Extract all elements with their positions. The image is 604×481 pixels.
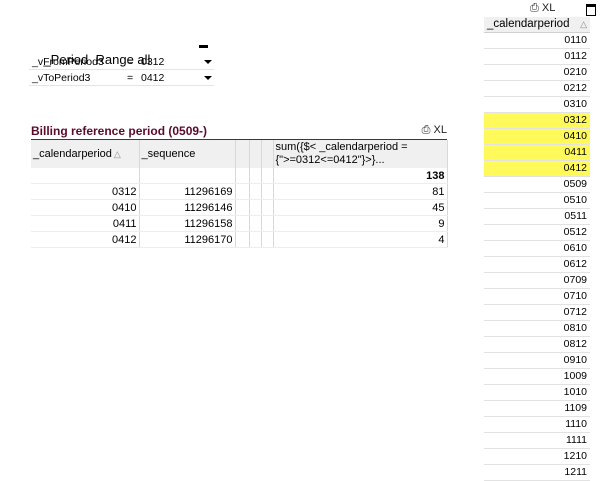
cell-calendarperiod[interactable]: 0411 <box>31 215 140 232</box>
listbox-item[interactable]: 0709 <box>484 273 590 289</box>
calendarperiod-listbox: _calendarperiod △ 0110 0112 0210 0212 0310 03… <box>484 17 590 481</box>
listbox-item[interactable]: 0710 <box>484 289 590 305</box>
listbox-item[interactable]: 0110 <box>484 33 590 49</box>
dropdown-arrow-icon[interactable] <box>204 60 212 64</box>
listbox-item[interactable]: 0511 <box>484 209 590 225</box>
variable-row-from[interactable]: _vFromPeriod3 = 0312 <box>29 55 214 70</box>
table-cell <box>261 231 274 248</box>
cell-sum: 4 <box>273 231 448 248</box>
listbox-item[interactable]: 1111 <box>484 433 590 449</box>
column-header-empty[interactable] <box>261 140 274 168</box>
listbox-item[interactable]: 0610 <box>484 241 590 257</box>
table-row[interactable]: 0411 11296158 9 <box>31 215 448 232</box>
minimize-icon[interactable] <box>199 45 208 48</box>
cell-sequence[interactable]: 11296158 <box>139 215 236 232</box>
listbox-title: _calendarperiod <box>487 18 570 30</box>
billing-chart-title: Billing reference period (0509-) <box>31 124 208 138</box>
column-header-calendarperiod[interactable]: _calendarperiod △ <box>31 140 140 168</box>
print-icon[interactable]: ⎙ <box>422 124 431 136</box>
variable-name: _vToPeriod3 <box>32 72 91 84</box>
table-cell <box>235 215 250 232</box>
table-cell <box>249 231 262 248</box>
cell-sequence[interactable]: 11296170 <box>139 231 236 248</box>
cell-calendarperiod[interactable]: 0312 <box>31 183 140 200</box>
listbox-item[interactable]: 0810 <box>484 321 590 337</box>
listbox-item[interactable]: 0312 <box>484 113 590 129</box>
listbox-item[interactable]: 0112 <box>484 49 590 65</box>
variable-operator: = <box>127 72 134 84</box>
listbox-item[interactable]: 0210 <box>484 65 590 81</box>
sort-indicator-icon: △ <box>580 19 587 29</box>
listbox-item[interactable]: 0512 <box>484 225 590 241</box>
listbox-item[interactable]: 0411 <box>484 145 590 161</box>
cell-sum: 45 <box>273 199 448 216</box>
listbox-item[interactable]: 1010 <box>484 385 590 401</box>
cell-sum: 9 <box>273 215 448 232</box>
table-row[interactable]: 0312 11296169 81 <box>31 183 448 200</box>
listbox-header[interactable]: _calendarperiod △ <box>484 17 590 33</box>
column-header-sum-expression[interactable]: sum({$< _calendarperiod = {">=0312<=0412… <box>273 140 448 168</box>
dropdown-arrow-icon[interactable] <box>204 76 212 80</box>
listbox-item[interactable]: 1109 <box>484 401 590 417</box>
table-header-row: _calendarperiod △ _sequence sum({$< _cale… <box>31 140 448 168</box>
cell-calendarperiod[interactable]: 0410 <box>31 199 140 216</box>
cell-sum: 81 <box>273 183 448 200</box>
table-cell <box>249 168 262 184</box>
column-header-sequence[interactable]: _sequence <box>139 140 236 168</box>
period-box-title: _Period Range all <box>29 37 214 67</box>
listbox-caption-icons: ⎙ XL <box>530 2 600 16</box>
table-cell <box>261 199 274 216</box>
table-cell <box>261 168 274 184</box>
listbox-item[interactable]: 0212 <box>484 81 590 97</box>
listbox-item[interactable]: 0310 <box>484 97 590 113</box>
table-cell <box>235 199 250 216</box>
listbox-item[interactable]: 0509 <box>484 177 590 193</box>
cell-sequence[interactable]: 11296146 <box>139 199 236 216</box>
listbox-item[interactable]: 0412 <box>484 161 590 177</box>
listbox-items: 0110 0112 0210 0212 0310 0312 0410 0411 0412 0509… <box>484 33 590 481</box>
listbox-item[interactable]: 0612 <box>484 257 590 273</box>
table-cell <box>235 183 250 200</box>
listbox-item[interactable]: 0410 <box>484 129 590 145</box>
period-input-box: _Period Range all _vFromPeriod3 = 0312 _… <box>29 37 214 86</box>
listbox-item[interactable]: 1210 <box>484 449 590 465</box>
excel-export-icon[interactable]: XL <box>542 2 555 14</box>
column-header-empty[interactable] <box>249 140 262 168</box>
table-cell <box>249 199 262 216</box>
listbox-item[interactable]: 0812 <box>484 337 590 353</box>
excel-export-icon[interactable]: XL <box>434 124 447 136</box>
billing-chart-caption[interactable]: Billing reference period (0509-) ⎙ XL <box>31 124 447 141</box>
variable-row-to[interactable]: _vToPeriod3 = 0412 <box>29 71 214 86</box>
listbox-item[interactable]: 0712 <box>484 305 590 321</box>
table-row[interactable]: 0410 11296146 45 <box>31 199 448 216</box>
listbox-item[interactable]: 0510 <box>484 193 590 209</box>
table-cell <box>235 168 250 184</box>
variable-value[interactable]: 0412 <box>141 71 164 85</box>
variable-name: _vFromPeriod3 <box>32 56 104 68</box>
listbox-item[interactable]: 1110 <box>484 417 590 433</box>
maximize-icon[interactable] <box>586 4 596 16</box>
sort-indicator-icon: △ <box>113 149 121 159</box>
column-header-empty[interactable] <box>235 140 250 168</box>
table-cell <box>139 168 236 184</box>
table-cell <box>235 231 250 248</box>
table-row[interactable]: 0412 11296170 4 <box>31 231 448 248</box>
listbox-item[interactable]: 1211 <box>484 465 590 481</box>
table-cell <box>261 183 274 200</box>
total-value: 138 <box>273 168 448 184</box>
cell-sequence[interactable]: 11296169 <box>139 183 236 200</box>
listbox-item[interactable]: 0910 <box>484 353 590 369</box>
variable-operator: = <box>127 56 134 68</box>
cell-calendarperiod[interactable]: 0412 <box>31 231 140 248</box>
table-cell <box>249 215 262 232</box>
listbox-item[interactable]: 1009 <box>484 369 590 385</box>
billing-table: _calendarperiod △ _sequence sum({$< _cale… <box>31 140 448 248</box>
total-row: 138 <box>31 168 448 184</box>
variable-value[interactable]: 0312 <box>141 55 164 69</box>
caption-icons: ⎙ XL <box>422 124 447 137</box>
table-cell <box>31 168 140 184</box>
print-icon[interactable]: ⎙ <box>530 2 539 14</box>
table-cell <box>261 215 274 232</box>
table-cell <box>249 183 262 200</box>
